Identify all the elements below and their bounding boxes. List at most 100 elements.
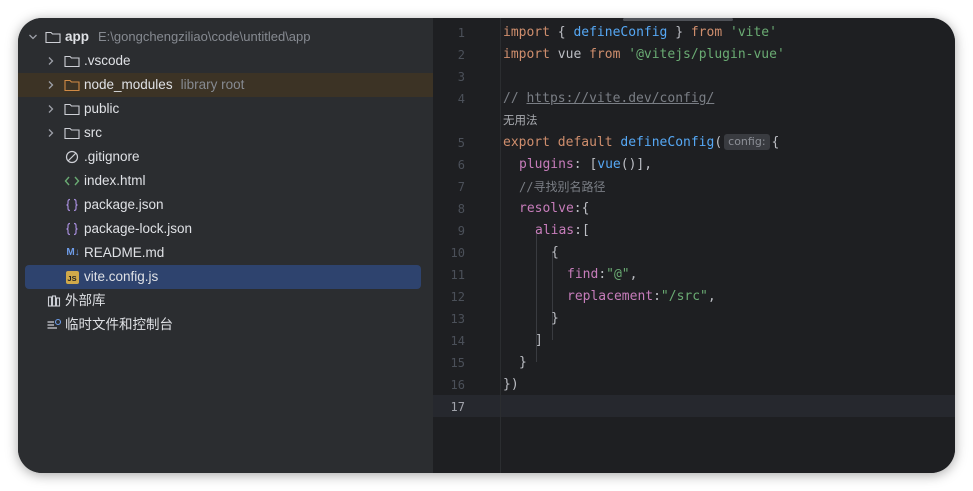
js-file-icon: JS	[64, 265, 80, 289]
keyword-token: from	[690, 25, 723, 40]
line-number: 5	[457, 136, 465, 150]
horizontal-scroll-indicator[interactable]	[623, 18, 733, 21]
tree-item-scratches[interactable]: 临时文件和控制台	[18, 313, 433, 337]
gutter-separator	[500, 18, 501, 473]
tree-item-label: node_modules library root	[84, 73, 244, 97]
parameter-hint-chip: config:	[724, 134, 770, 150]
node-modules-name: node_modules	[84, 77, 173, 92]
property-token: find	[567, 267, 599, 282]
code-token: {	[549, 25, 574, 40]
chevron-right-icon[interactable]	[45, 121, 57, 145]
line-number: 13	[450, 312, 465, 326]
string-token: "@"	[606, 267, 630, 282]
keyword-token: import	[503, 47, 550, 62]
code-line-14[interactable]: ]	[535, 330, 543, 352]
js-icon-glyph: JS	[65, 270, 79, 284]
property-token: resolve	[519, 201, 574, 216]
json-file-icon	[64, 217, 80, 241]
code-token: :	[598, 267, 607, 282]
tree-item-label: src	[84, 125, 102, 140]
line-number: 11	[450, 268, 465, 282]
code-line-10[interactable]: {	[551, 242, 559, 264]
code-line-8[interactable]: resolve:{	[519, 198, 589, 220]
html-file-icon	[64, 169, 80, 193]
line-number: 2	[457, 48, 465, 62]
line-number: 7	[457, 180, 465, 194]
code-line-6[interactable]: plugins: [vue()],	[519, 154, 652, 176]
tree-item-label: .vscode	[84, 53, 131, 68]
keyword-token: import	[503, 25, 550, 40]
tree-root-app[interactable]: app E:\gongchengziliao\code\untitled\app	[18, 25, 433, 49]
string-token: 'vite'	[730, 25, 777, 40]
code-line-12[interactable]: replacement:"/src",	[567, 286, 716, 308]
function-token: defineConfig	[573, 25, 668, 40]
tree-item-node-modules[interactable]: node_modules library root	[18, 73, 433, 97]
tree-item-package-lock-json[interactable]: package-lock.json	[18, 217, 433, 241]
tree-item-index-html[interactable]: index.html	[18, 169, 433, 193]
line-number: 9	[457, 224, 465, 238]
library-root-hint: library root	[180, 77, 245, 92]
line-number: 4	[457, 92, 465, 106]
folder-icon	[64, 49, 80, 73]
code-token: :	[653, 289, 661, 304]
code-line-15[interactable]: }	[519, 352, 527, 374]
usage-hint-no-usages[interactable]: 无用法	[503, 109, 538, 131]
chevron-right-icon[interactable]	[45, 73, 57, 97]
line-number: 15	[450, 356, 465, 370]
string-token: '@vitejs/plugin-vue'	[628, 47, 785, 62]
property-token: replacement	[567, 289, 654, 304]
library-icon	[46, 289, 62, 313]
folder-icon	[64, 97, 80, 121]
line-number: 6	[457, 158, 465, 172]
tree-item-src[interactable]: src	[18, 121, 433, 145]
line-number-current: 17	[450, 400, 465, 414]
chevron-down-icon[interactable]	[27, 25, 39, 49]
code-line-2[interactable]: import vue from '@vitejs/plugin-vue'	[503, 44, 785, 66]
folder-icon	[45, 25, 61, 49]
comment-url-link[interactable]: https://vite.dev/config/	[526, 91, 714, 106]
tree-item-gitignore[interactable]: .gitignore	[18, 145, 433, 169]
tree-item-readme[interactable]: M↓ README.md	[18, 241, 433, 265]
tree-item-vite-config[interactable]: JS vite.config.js	[25, 265, 421, 289]
tree-root-name: app	[65, 29, 90, 44]
code-line-9[interactable]: alias:[	[535, 220, 590, 242]
function-token: vue	[597, 157, 621, 172]
function-token: defineConfig	[620, 135, 715, 150]
chevron-right-icon[interactable]	[45, 49, 57, 73]
code-token: :[	[574, 223, 590, 238]
json-file-icon	[64, 193, 80, 217]
code-line-4[interactable]: // https://vite.dev/config/	[503, 88, 714, 110]
keyword-token: export default	[503, 135, 621, 150]
tree-item-label: package.json	[84, 197, 164, 212]
tree-item-label: vite.config.js	[84, 269, 159, 284]
tree-item-package-json[interactable]: package.json	[18, 193, 433, 217]
code-token: ,	[629, 267, 638, 282]
line-number: 12	[450, 290, 465, 304]
code-line-16[interactable]: })	[503, 374, 519, 396]
line-number: 16	[450, 378, 465, 392]
tree-item-label: .gitignore	[84, 149, 140, 164]
code-token: {	[771, 135, 780, 150]
code-line-5[interactable]: export default defineConfig(config:{	[503, 132, 779, 154]
keyword-token: from	[589, 47, 621, 62]
code-line-11[interactable]: find:"@",	[567, 264, 637, 286]
tree-item-vscode[interactable]: .vscode	[18, 49, 433, 73]
code-editor[interactable]: 1 2 3 4 5 6 7 8 9 10 11 12 13 14 15 16 1…	[433, 18, 955, 473]
chevron-right-icon[interactable]	[45, 97, 57, 121]
tree-item-public[interactable]: public	[18, 97, 433, 121]
markdown-file-icon: M↓	[66, 247, 80, 258]
tree-item-label: README.md	[84, 245, 165, 260]
code-line-7[interactable]: //寻找别名路径	[519, 176, 605, 198]
project-tree-panel: app E:\gongchengziliao\code\untitled\app…	[18, 18, 433, 473]
code-token: ,	[707, 289, 716, 304]
code-token: }	[667, 25, 691, 40]
code-token: ()],	[620, 157, 653, 172]
tree-item-external-libraries[interactable]: 外部库	[18, 289, 433, 313]
line-number: 10	[450, 246, 465, 260]
line-number: 8	[457, 202, 465, 216]
code-token: :{	[573, 201, 590, 216]
code-line-1[interactable]: import { defineConfig } from 'vite'	[503, 22, 777, 44]
tree-root-path: E:\gongchengziliao\code\untitled\app	[98, 29, 311, 44]
code-token: (	[714, 135, 723, 150]
code-line-13[interactable]: }	[551, 308, 559, 330]
